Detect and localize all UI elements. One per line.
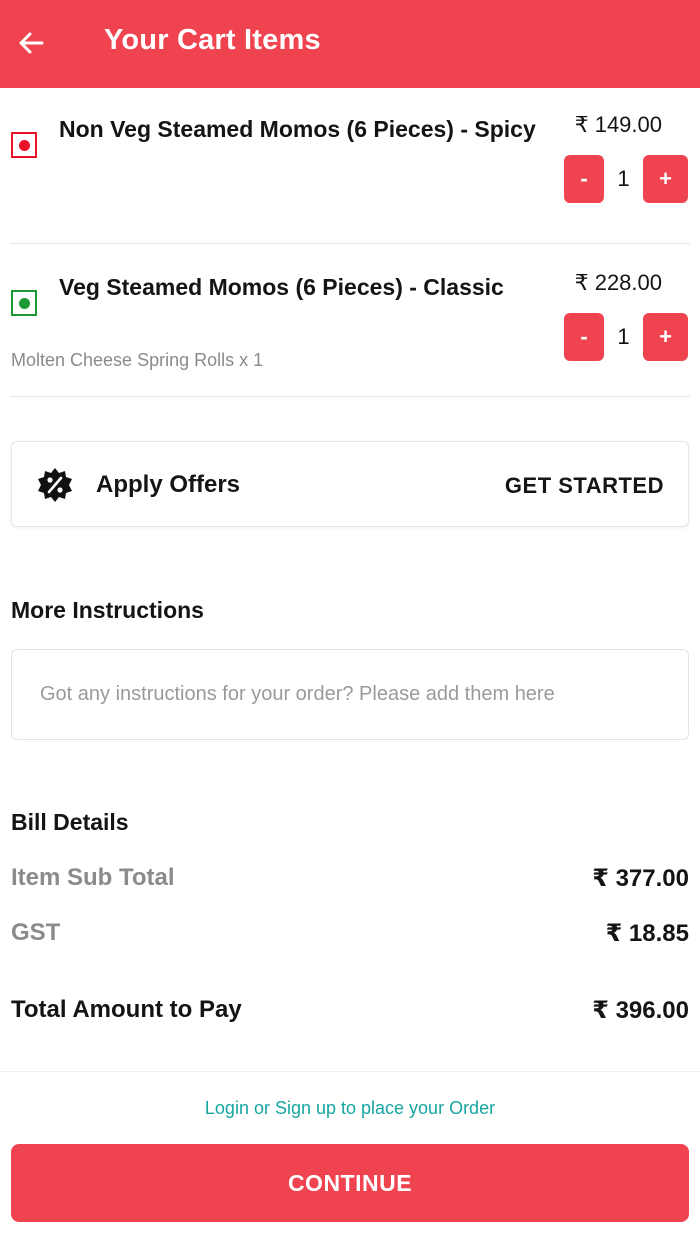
non-veg-icon (11, 132, 37, 158)
item-addon: Molten Cheese Spring Rolls x 1 (11, 350, 264, 370)
veg-icon (11, 290, 37, 316)
decrease-quantity-button[interactable]: - (564, 155, 604, 203)
quantity-value: 1 (617, 166, 630, 191)
divider (0, 1071, 700, 1072)
divider (10, 243, 690, 244)
cart-item: Non Veg Steamed Momos (6 Pieces) - Spicy… (0, 100, 700, 245)
back-button[interactable] (14, 26, 48, 60)
item-name: Veg Steamed Momos (6 Pieces) - Classic (59, 274, 504, 300)
bill-row-value: ₹ 377.00 (592, 865, 689, 892)
divider (10, 396, 690, 397)
bill-row-label: GST (11, 919, 61, 946)
cart-item: Veg Steamed Momos (6 Pieces) - Classic M… (0, 258, 700, 398)
increase-quantity-button[interactable]: + (643, 313, 688, 361)
bill-row-value: ₹ 18.85 (605, 920, 689, 947)
discount-badge-icon (38, 468, 72, 502)
decrease-quantity-button[interactable]: - (564, 313, 604, 361)
apply-offers-label: Apply Offers (96, 471, 241, 498)
instructions-input[interactable] (11, 649, 689, 740)
bill-details-title: Bill Details (11, 809, 129, 835)
increase-quantity-button[interactable]: + (643, 155, 688, 203)
quantity-stepper: - 1 + (564, 155, 688, 203)
get-started-button[interactable]: GET STARTED (505, 473, 664, 499)
apply-offers-card[interactable]: Apply Offers GET STARTED (11, 441, 689, 527)
page-title: Your Cart Items (104, 24, 321, 56)
item-price: ₹ 228.00 (574, 270, 662, 295)
item-name: Non Veg Steamed Momos (6 Pieces) - Spicy (59, 116, 536, 142)
app-bar: Your Cart Items (0, 0, 700, 88)
quantity-value: 1 (617, 324, 630, 349)
bill-row-label: Item Sub Total (11, 864, 175, 891)
arrow-left-icon (19, 32, 44, 54)
continue-button[interactable]: CONTINUE (11, 1144, 689, 1222)
login-signup-link[interactable]: Login or Sign up to place your Order (0, 1098, 700, 1119)
total-value: ₹ 396.00 (592, 997, 689, 1024)
quantity-stepper: - 1 + (564, 313, 688, 361)
item-price: ₹ 149.00 (574, 112, 662, 137)
total-label: Total Amount to Pay (11, 996, 242, 1023)
instructions-title: More Instructions (11, 597, 204, 623)
